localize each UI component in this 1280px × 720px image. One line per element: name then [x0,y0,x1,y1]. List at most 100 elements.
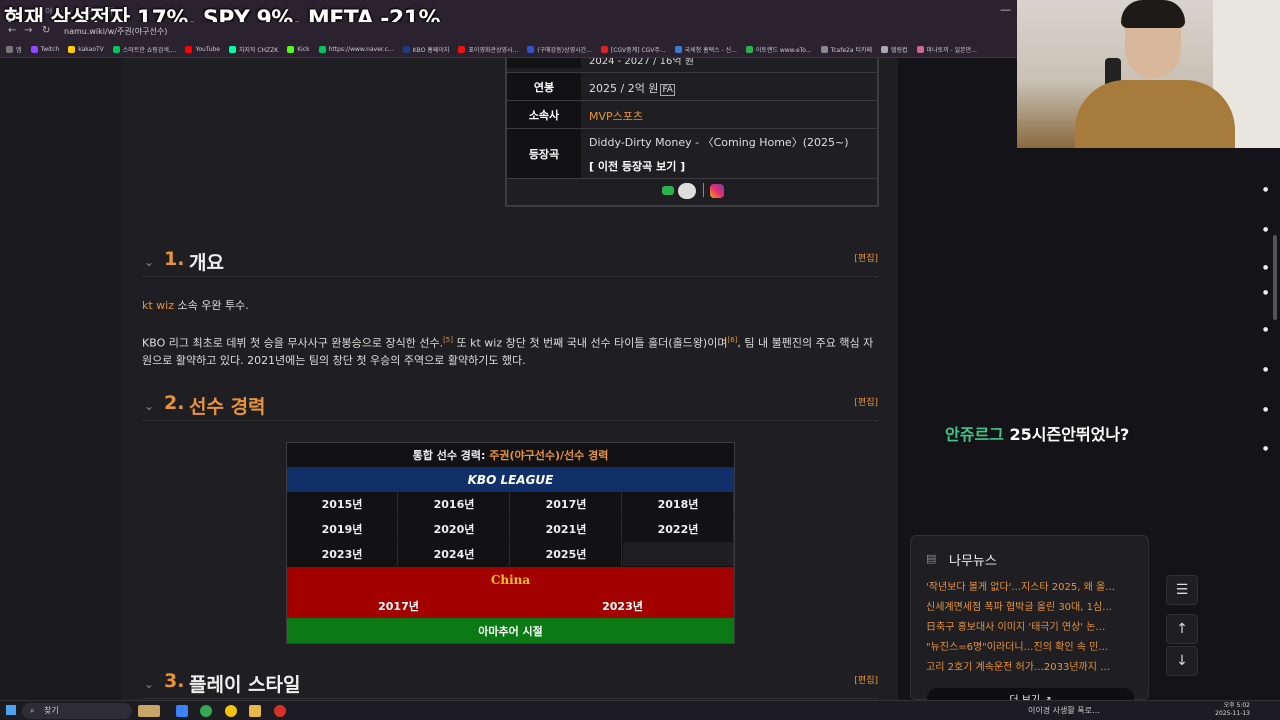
agency-link[interactable]: MVP스포츠 [589,108,643,124]
app-icon[interactable] [274,705,286,717]
news-item[interactable]: 고리 2호기 계속운전 허가…2033년까지 … [926,658,1136,673]
previous-songs-toggle[interactable]: [ 이전 등장곡 보기 ] [589,158,685,174]
scrollbar-thumb[interactable] [1273,235,1277,320]
year-cell[interactable]: 2025년 [511,542,622,566]
news-item[interactable]: "뉴진스=6명"이라더니…진의 확인 속 민… [926,638,1136,653]
kt-wiz-link[interactable]: kt wiz [142,299,174,312]
infobox-row-salary: 연봉 2025 / 2억 원 FA [507,72,877,100]
news-item[interactable]: 日축구 홍보대사 이미지 '태극기 연상' 논… [926,618,1136,633]
arrow-down-icon[interactable]: ↓ [1166,646,1198,676]
career-detail-link[interactable]: 주권(야구선수)/선수 경력 [489,447,608,463]
folder-icon[interactable] [249,705,261,717]
bookmark-item[interactable]: [CGV중계] CGV주... [600,45,666,54]
chrome-icon[interactable] [200,705,212,717]
year-cell[interactable]: 2024년 [399,542,510,566]
infobox-row-links [507,178,877,207]
bookmark-icon [402,46,410,53]
dot-icon: ● [1263,366,1269,373]
overview-text: 소속 우완 투수. [174,299,249,312]
clock[interactable]: 오후 5:02 2025-11-13 [1215,702,1250,718]
bookmark-item[interactable]: 마나토끼 - 일본만... [916,45,977,54]
bookmark-icon [674,46,682,53]
instagram-icon[interactable] [710,184,724,198]
arrow-up-icon[interactable]: ↑ [1166,614,1198,644]
news-item[interactable]: 신세계면세점 폭파 협박글 올린 30대, 1심… [926,598,1136,613]
taskbar-search[interactable]: ⌕ 찾기 [22,703,132,719]
url-field[interactable]: namu.wiki/w/주권(야구선수) [64,26,167,37]
bookmark-item[interactable]: 치지직 CHZZK [228,45,278,54]
chevron-down-icon[interactable]: ⌄ [144,255,154,269]
bookmark-icon [820,46,828,53]
back-icon[interactable]: ← [8,25,16,36]
bookmark-item[interactable]: 텔링컵 [880,45,908,54]
edit-link[interactable]: [편집] [854,673,878,686]
news-icon: ▤ [926,552,937,565]
bookmark-label: 마나토끼 - 일본만... [926,47,977,54]
china-years-row: 2017년 2023년 [287,593,734,618]
footnote-6[interactable]: [6] [727,336,737,344]
reload-icon[interactable]: ↻ [42,25,50,36]
year-cell[interactable]: 2021년 [511,517,622,541]
section-number[interactable]: 2. [164,392,184,414]
chevron-down-icon[interactable]: ⌄ [144,677,154,691]
bookmark-item[interactable]: (구매강동)상영시간... [527,45,592,54]
bookmark-item[interactable]: 국세청 홈택스 - 신... [674,45,737,54]
list-icon[interactable]: ☰ [1166,575,1198,605]
bookmark-item[interactable]: 앱 [6,45,22,54]
bookmark-icon [600,46,608,53]
search-placeholder: 찾기 [44,706,59,715]
bookmark-icon [318,46,326,53]
year-cell[interactable]: 2018년 [623,492,734,516]
year-cell[interactable]: 2023년 [511,593,734,618]
year-cell[interactable]: 2019년 [287,517,398,541]
bookmark-item[interactable]: 스마트한 쇼핑검색,... [112,45,176,54]
team-logo-icon[interactable] [678,183,696,199]
china-league-logo[interactable]: China [287,567,734,593]
bookmark-icon [527,46,535,53]
weather-widget-icon[interactable] [138,705,160,717]
link-icon[interactable] [662,186,674,195]
page-viewport: 2024 - 2027 / 16억 원 연봉 2025 / 2억 원 FA 소속사… [0,58,1280,700]
year-cell[interactable]: 2016년 [399,492,510,516]
promo-text[interactable]: 안쥬르그 25시즌안뛰었나? [945,421,1129,445]
kbo-years-row: 2015년 2016년 2017년 2018년 [287,492,734,517]
year-cell[interactable]: 2022년 [623,517,734,541]
year-cell[interactable]: 2023년 [287,542,398,566]
app-icon[interactable] [225,705,237,717]
year-cell[interactable]: 2017년 [511,492,622,516]
year-cell[interactable]: 2017년 [287,593,510,618]
bookmark-item[interactable]: KBO 홈페이지 [402,45,449,54]
news-ticker[interactable]: 이이경 사생활 폭로… [1028,705,1100,716]
chevron-down-icon[interactable]: ⌄ [144,399,154,413]
bookmark-item[interactable]: YouTube [185,46,220,53]
amateur-row[interactable]: 아마추어 시절 [287,618,734,643]
bookmark-item[interactable]: Tcafe2a 티카페 [820,45,872,54]
minimize-button[interactable]: — [1000,3,1011,16]
bookmark-item[interactable]: kakaoTV [68,46,104,53]
bookmark-icon [458,46,466,53]
bookmark-label: Twitch [40,46,60,53]
screen: · · · 야 · · · · · · 구 · 나무 — 현재 삼성전자 17%… [0,0,1280,720]
bookmark-item[interactable]: https://www.naver.c... [318,46,394,53]
section-heading-3: ⌄ 3. 플레이 스타일 [편집] [142,669,878,699]
bookmark-item[interactable]: Kick [287,46,310,53]
bookmark-item[interactable]: 이토랜드 www.eTo... [745,45,812,54]
footnote-5[interactable]: [5] [443,336,453,344]
windows-start-icon[interactable] [6,705,16,715]
more-news-button[interactable]: 더 보기 ↗ [927,688,1134,700]
edit-link[interactable]: [편집] [854,251,878,264]
edit-link[interactable]: [편집] [854,395,878,408]
section-number[interactable]: 3. [164,670,184,692]
section-number[interactable]: 1. [164,248,184,270]
news-item[interactable]: '작년보다 볼게 없다'...지스타 2025, 왜 올… [926,578,1136,593]
infobox-row-contract: 2024 - 2027 / 16억 원 [507,58,877,68]
bookmark-item[interactable]: Twitch [30,46,60,53]
year-cell[interactable]: 2015년 [287,492,398,516]
app-icon[interactable] [176,705,188,717]
bookmark-label: 국세청 홈택스 - 신... [684,47,737,54]
year-cell[interactable]: 2020년 [399,517,510,541]
forward-icon[interactable]: → [24,25,32,36]
kbo-league-logo[interactable]: KBO LEAGUE [287,467,734,492]
bookmark-icon [6,46,13,53]
bookmark-item[interactable]: 표이영화관상영시... [458,45,518,54]
